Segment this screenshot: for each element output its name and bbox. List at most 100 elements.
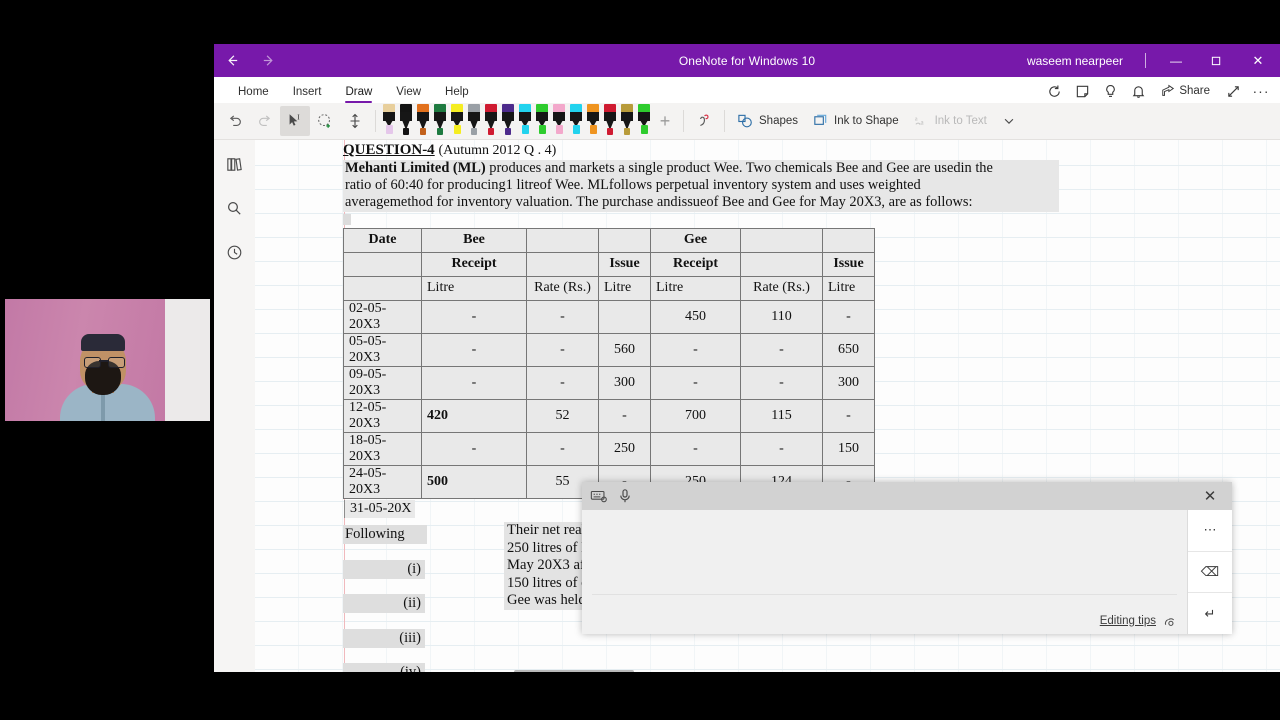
table-cell: 02-05-20X3: [343, 299, 422, 334]
add-pen-button[interactable]: +: [652, 106, 678, 136]
pen-swatch-13[interactable]: [602, 103, 618, 137]
ink-backspace-button[interactable]: ⌫: [1188, 552, 1232, 594]
ink-to-shape-label: Ink to Shape: [834, 115, 899, 127]
table-cell: Litre: [822, 275, 875, 301]
account-name[interactable]: waseem nearpeer: [1015, 54, 1135, 68]
table-cell: -: [740, 431, 823, 466]
title-bar: OneNote for Windows 10 waseem nearpeer —…: [214, 44, 1280, 77]
table-cell: -: [421, 299, 527, 334]
tab-home[interactable]: Home: [226, 83, 281, 103]
microphone-icon[interactable]: [612, 484, 638, 508]
pen-swatch-3[interactable]: [432, 103, 448, 137]
lasso-select-button[interactable]: [310, 106, 340, 136]
tab-view[interactable]: View: [384, 83, 433, 103]
toolbar-divider-1: [375, 110, 376, 132]
eraser-button[interactable]: [689, 106, 719, 136]
horizontal-scrollbar[interactable]: [514, 670, 634, 672]
handwriting-input-panel[interactable]: ✕ Editing tips ⋯ ⌫ ↵: [582, 482, 1232, 634]
table-cell: Litre: [421, 275, 527, 301]
pen-swatch-2[interactable]: [415, 103, 431, 137]
insert-space-button[interactable]: [340, 106, 370, 136]
table-cell: [598, 227, 651, 253]
table-row: 05-05-20X3- -560- -650: [343, 332, 875, 367]
recent-clock-icon[interactable]: [221, 238, 249, 266]
ink-panel-side-buttons: ⋯ ⌫ ↵: [1188, 510, 1232, 634]
table-cell: 300: [822, 365, 875, 400]
editing-tips-group[interactable]: Editing tips: [1100, 613, 1177, 628]
select-tool-button[interactable]: I: [280, 106, 310, 136]
ink-panel-close-button[interactable]: ✕: [1192, 482, 1228, 510]
ink-more-options-button[interactable]: ⋯: [1188, 510, 1232, 552]
keyboard-settings-icon[interactable]: [586, 484, 612, 508]
redo-button[interactable]: [250, 106, 280, 136]
pen-swatch-12[interactable]: [585, 103, 601, 137]
ink-writing-area[interactable]: Editing tips: [582, 510, 1188, 634]
forward-button[interactable]: [250, 44, 286, 77]
webcam-person-glasses-left: [84, 357, 101, 368]
pen-swatch-8[interactable]: [517, 103, 533, 137]
pen-swatch-6[interactable]: [483, 103, 499, 137]
table-cell: 150: [822, 431, 875, 466]
shapes-button[interactable]: Shapes: [730, 106, 805, 136]
intro-line-1: produces and markets a single product We…: [485, 160, 993, 176]
sticky-note-icon[interactable]: [1069, 79, 1095, 103]
close-button[interactable]: ✕: [1236, 44, 1280, 77]
ink-to-text-button[interactable]: aa Ink to Text: [906, 106, 994, 136]
pen-swatch-1[interactable]: [398, 103, 414, 137]
table-cell: 52: [526, 398, 599, 433]
back-button[interactable]: [214, 44, 250, 77]
ribbon-expand-chevron-icon[interactable]: [994, 106, 1024, 136]
table-cell: -: [421, 431, 527, 466]
list-item-iv: (iv): [343, 656, 1276, 672]
pen-swatch-9[interactable]: [534, 103, 550, 137]
title-bar-divider: [1145, 53, 1146, 68]
share-button[interactable]: Share: [1153, 82, 1218, 100]
table-cell: -: [526, 431, 599, 466]
minimize-button[interactable]: —: [1156, 44, 1196, 77]
tab-insert[interactable]: Insert: [281, 83, 334, 103]
table-cell: -: [740, 332, 823, 367]
search-icon[interactable]: [221, 194, 249, 222]
question-number: QUESTION-4: [343, 142, 435, 158]
table-cell: -: [598, 398, 651, 433]
pen-swatch-14[interactable]: [619, 103, 635, 137]
undo-button[interactable]: [220, 106, 250, 136]
tab-draw[interactable]: Draw: [333, 83, 384, 103]
table-cell: -: [650, 332, 741, 367]
maximize-button[interactable]: [1196, 44, 1236, 77]
ink-panel-body: Editing tips ⋯ ⌫ ↵: [582, 510, 1232, 634]
following-label: Following: [343, 525, 427, 545]
expand-diagonal-icon[interactable]: [1220, 79, 1246, 103]
lightbulb-icon[interactable]: [1097, 79, 1123, 103]
pen-swatch-4[interactable]: [449, 103, 465, 137]
pen-swatch-11[interactable]: [568, 103, 584, 137]
pen-swatch-0[interactable]: [381, 103, 397, 137]
pen-swatch-10[interactable]: [551, 103, 567, 137]
pen-swatch-7[interactable]: [500, 103, 516, 137]
table-cell: -: [421, 332, 527, 367]
tab-help[interactable]: Help: [433, 83, 481, 103]
pen-swatch-5[interactable]: [466, 103, 482, 137]
table-cell: [740, 251, 823, 277]
table-cell: [343, 251, 422, 277]
marker-i: (i): [343, 559, 425, 579]
table-cell: 300: [598, 365, 651, 400]
shapes-icon: [738, 114, 752, 127]
webcam-person-glasses-right: [108, 357, 125, 368]
table-header-row-2: Receipt Issue Receipt Issue: [343, 251, 875, 277]
bell-icon[interactable]: [1125, 79, 1151, 103]
table-cell: Receipt: [421, 251, 527, 277]
text-caret-box: [343, 213, 351, 225]
table-cell: Rate (Rs.): [740, 275, 823, 301]
ink-enter-button[interactable]: ↵: [1188, 593, 1232, 634]
notebooks-icon[interactable]: [221, 150, 249, 178]
table-cell: -: [822, 398, 875, 433]
pen-palette: [381, 103, 652, 139]
ellipsis-icon[interactable]: ···: [1248, 79, 1274, 103]
sync-icon[interactable]: [1041, 79, 1067, 103]
marker-ii: (ii): [343, 594, 425, 614]
editing-tips-link[interactable]: Editing tips: [1100, 615, 1156, 627]
shapes-label: Shapes: [759, 115, 799, 127]
ink-to-shape-button[interactable]: Ink to Shape: [805, 106, 906, 136]
pen-swatch-15[interactable]: [636, 103, 652, 137]
